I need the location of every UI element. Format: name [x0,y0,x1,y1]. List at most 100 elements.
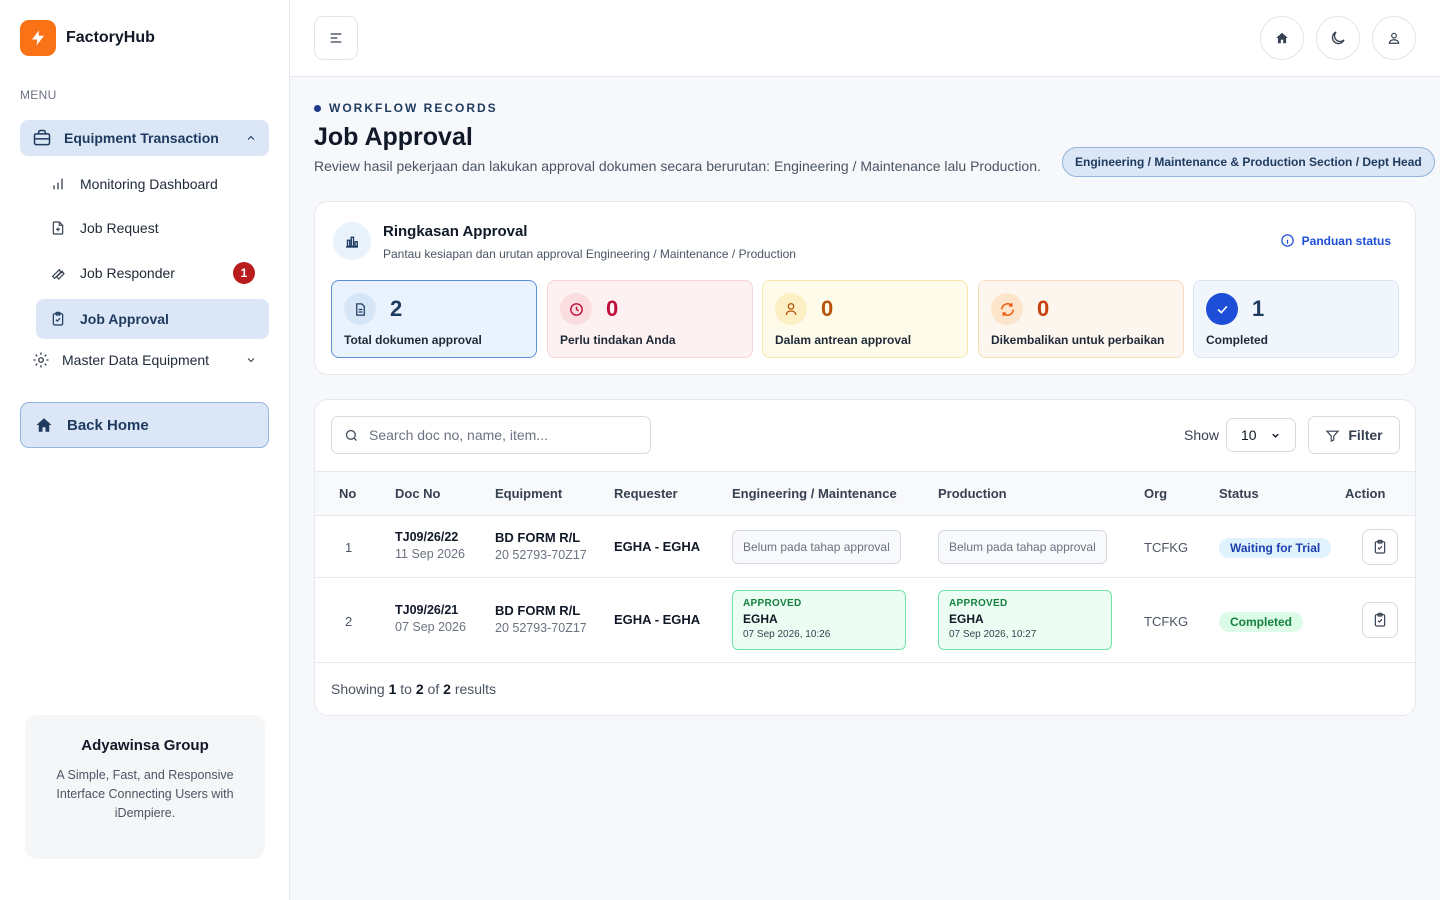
page-size-select[interactable]: 10 [1226,418,1296,452]
sidebar-item-label: Monitoring Dashboard [80,176,218,192]
approver-name: EGHA [949,612,984,626]
summary-card: Ringkasan Approval Pantau kesiapan dan u… [314,201,1416,375]
sidebar-item-label: Job Approval [80,311,169,327]
theme-toggle-button[interactable] [1316,16,1360,60]
document-icon [344,293,376,325]
equipment-cell: BD FORM R/L 20 52793-70Z17 [495,530,587,562]
doc-date: 11 Sep 2026 [395,547,465,561]
stat-label: Completed [1206,333,1269,347]
home-icon [35,416,53,434]
stat-label: Perlu tindakan Anda [560,333,676,347]
doc-cell: TJ09/26/21 07 Sep 2026 [395,603,466,634]
stat-label: Dalam antrean approval [775,333,912,347]
column-header: Requester [614,486,678,501]
stat-action-needed[interactable]: 0 Perlu tindakan Anda [547,280,753,358]
chevron-up-icon [245,132,257,144]
engineering-approval-pending: Belum pada tahap approval [732,530,901,564]
search-box[interactable] [331,416,651,454]
column-header: Production [938,486,1007,501]
clipboard-check-icon [1372,539,1388,555]
filter-icon [1325,428,1340,443]
stat-total-documents[interactable]: 2 Total dokumen approval [331,280,537,358]
chevron-down-icon [1270,430,1281,441]
page-description: Review hasil pekerjaan dan lakukan appro… [314,158,1041,174]
back-home-button[interactable]: Back Home [20,402,269,448]
stat-label: Dikembalikan untuk perbaikan [991,333,1165,347]
approver-name: EGHA [743,612,778,626]
topbar [290,0,1440,77]
pagination-suffix: results [454,681,497,697]
stat-value: 0 [606,296,619,321]
stat-completed[interactable]: 1 Completed [1193,280,1399,358]
table-row: 2 TJ09/26/21 07 Sep 2026 BD FORM R/L 20 … [315,578,1415,663]
refresh-icon [991,293,1023,325]
sidebar-item-job-request[interactable]: Job Request [36,208,269,248]
search-input[interactable] [369,427,629,443]
column-header: Action [1345,486,1386,501]
pagination-prefix: Showing [331,681,385,697]
eyebrow-text: WORKFLOW RECORDS [329,101,498,115]
column-header: Org [1144,486,1168,501]
table-row: 1 TJ09/26/22 11 Sep 2026 BD FORM R/L 20 … [315,516,1415,578]
org: TCFKG [1144,540,1189,555]
org-description: A Simple, Fast, and Responsive Interface… [56,768,234,820]
stat-in-queue[interactable]: 0 Dalam antrean approval [762,280,968,358]
clipboard-check-icon [50,311,66,327]
stat-label: Total dokumen approval [344,333,482,347]
org-title: Adyawinsa Group [81,737,209,754]
brand[interactable]: FactoryHub [20,20,155,56]
doc-number: TJ09/26/21 [395,603,459,617]
column-header: Status [1219,486,1259,501]
check-icon [1206,293,1238,325]
sidebar: FactoryHub MENU Equipment Transaction Mo… [0,0,290,900]
sidebar-item-job-approval[interactable]: Job Approval [36,299,269,339]
row-number: 1 [345,540,353,555]
status-badge: Waiting for Trial [1219,538,1332,558]
filter-button[interactable]: Filter [1308,416,1400,454]
org: TCFKG [1144,614,1189,629]
dot-icon [314,104,321,112]
profile-button[interactable] [1372,16,1416,60]
nav-master-label: Master Data Equipment [62,352,210,368]
nav-group-equipment-transaction[interactable]: Equipment Transaction [20,120,269,156]
review-button[interactable] [1362,529,1398,565]
show-label: Show [1184,427,1220,443]
user-icon [775,293,807,325]
filter-label: Filter [1348,427,1383,443]
eyebrow: WORKFLOW RECORDS [314,101,498,115]
sidebar-item-job-responder[interactable]: Job Responder 1 [36,253,269,293]
sidebar-item-monitoring-dashboard[interactable]: Monitoring Dashboard [36,164,269,204]
search-icon [344,428,359,443]
file-plus-icon [50,220,66,236]
bar-chart-icon [50,176,66,192]
menu-toggle-button[interactable] [314,16,358,60]
equipment-code: 20 52793-70Z17 [495,548,587,562]
summary-subtitle: Pantau kesiapan dan urutan approval Engi… [383,247,796,261]
approval-date: 07 Sep 2026, 10:27 [949,629,1037,640]
stat-returned[interactable]: 0 Dikembalikan untuk perbaikan [978,280,1184,358]
status-guide-link[interactable]: Panduan status [1280,233,1391,248]
column-header: Doc No [395,486,441,501]
row-number: 2 [345,614,353,629]
stat-value: 1 [1252,296,1265,321]
menu-icon [328,30,344,46]
requester: EGHA - EGHA [614,539,701,554]
production-approval-pending: Belum pada tahap approval [938,530,1107,564]
sidebar-item-label: Job Request [80,220,159,236]
approval-table-card: Show 10 Filter No Doc No Equipment Reque… [314,399,1416,716]
home-button[interactable] [1260,16,1304,60]
nav-group-master-data-equipment[interactable]: Master Data Equipment [20,342,269,378]
pagination-of-word: of [427,681,440,697]
review-button[interactable] [1362,602,1398,638]
stat-value: 0 [1037,296,1050,321]
app-name: FactoryHub [66,29,155,46]
approval-date: 07 Sep 2026, 10:26 [743,629,831,640]
back-home-label: Back Home [67,416,149,434]
pagination-to-word: to [400,681,412,697]
column-header: Equipment [495,486,563,501]
approved-label: APPROVED [743,598,802,609]
approved-label: APPROVED [949,598,1008,609]
clock-icon [560,293,592,325]
column-header: No [339,486,357,501]
sidebar-item-label: Job Responder [80,265,175,281]
